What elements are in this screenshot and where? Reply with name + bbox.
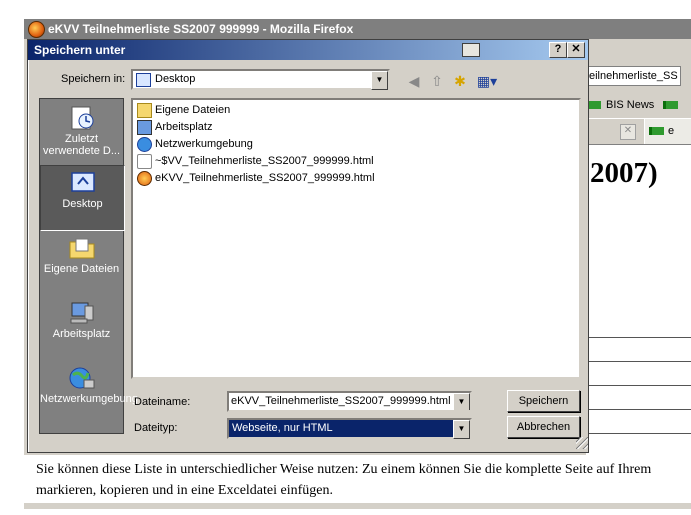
- place-desktop[interactable]: Desktop: [40, 165, 125, 231]
- folder-icon: [137, 102, 152, 118]
- firefox-icon: [28, 21, 45, 38]
- places-bar: Zuletzt verwendete D... Desktop Eigene D…: [39, 98, 138, 434]
- up-folder-icon[interactable]: ⇧: [428, 72, 446, 90]
- paragraph-line: markieren, kopieren und in eine Exceldat…: [36, 483, 333, 498]
- firefox-window-title: eKVV Teilnehmerliste SS2007 999999 - Moz…: [48, 22, 354, 36]
- close-tab-icon[interactable]: ✕: [620, 124, 636, 140]
- file-name: Netzwerkumgebung: [155, 138, 253, 150]
- place-label: Netzwerkumgebung: [40, 393, 138, 405]
- browser-tab-label: e: [668, 125, 675, 137]
- url-bar[interactable]: eilnehmerliste_SS: [586, 66, 681, 86]
- save-button[interactable]: Speichern: [507, 390, 580, 412]
- page-bottom-paragraph: Sie können diese Liste in unterschiedlic…: [24, 455, 691, 503]
- recent-documents-icon: [71, 106, 93, 130]
- file-name: eKVV_Teilnehmerliste_SS2007_999999.html: [155, 172, 375, 184]
- table-line: [586, 361, 691, 362]
- save-in-value: Desktop: [155, 73, 196, 85]
- network-icon: [69, 367, 94, 389]
- browser-tab[interactable]: e: [644, 119, 691, 145]
- bookmarks-toolbar: BIS News: [586, 95, 691, 115]
- filetype-value: Webseite, nur HTML: [232, 422, 333, 434]
- page-content: 2007): [586, 144, 691, 455]
- help-button[interactable]: ?: [549, 42, 567, 58]
- dialog-title: Speichern unter: [34, 43, 126, 57]
- desktop-icon: [136, 73, 151, 87]
- save-in-dropdown[interactable]: Desktop ▼: [131, 69, 390, 90]
- list-item[interactable]: Netzwerkumgebung: [137, 136, 253, 152]
- file-list[interactable]: Eigene Dateien Arbeitsplatz Netzwerkumge…: [131, 98, 581, 379]
- bookmark-icon: [663, 101, 679, 110]
- place-recent[interactable]: Zuletzt verwendete D...: [40, 101, 123, 165]
- tab-favicon-icon: [649, 127, 664, 136]
- place-my-documents[interactable]: Eigene Dateien: [40, 231, 123, 295]
- view-menu-icon[interactable]: ▦▾: [475, 72, 499, 90]
- desktop-icon: [70, 172, 95, 192]
- close-button[interactable]: ✕: [567, 42, 585, 58]
- html-file-icon: [137, 153, 152, 169]
- chevron-down-icon[interactable]: ▼: [453, 420, 470, 439]
- place-label: Arbeitsplatz: [52, 328, 111, 340]
- place-label: Eigene Dateien: [43, 263, 120, 275]
- filename-value: eKVV_Teilnehmerliste_SS2007_999999.html: [231, 395, 451, 407]
- paragraph-line: Sie können diese Liste in unterschiedlic…: [36, 462, 652, 477]
- bookmark-bis-news[interactable]: BIS News: [606, 99, 654, 111]
- chevron-down-icon[interactable]: ▼: [453, 393, 470, 410]
- list-item[interactable]: ~$VV_Teilnehmerliste_SS2007_999999.html: [137, 153, 374, 169]
- firefox-titlebar: eKVV Teilnehmerliste SS2007 999999 - Moz…: [24, 19, 691, 39]
- page-heading: 2007): [590, 157, 658, 189]
- list-item[interactable]: eKVV_Teilnehmerliste_SS2007_999999.html: [137, 170, 375, 186]
- list-item[interactable]: Arbeitsplatz: [137, 119, 212, 135]
- network-icon: [137, 136, 152, 152]
- file-name: Eigene Dateien: [155, 104, 231, 116]
- table-line: [586, 337, 691, 338]
- place-label: Zuletzt verwendete D...: [42, 133, 121, 157]
- place-label: Desktop: [62, 198, 103, 210]
- computer-icon: [70, 302, 93, 324]
- table-line: [586, 433, 691, 434]
- resize-grip-icon[interactable]: [576, 437, 588, 449]
- computer-icon: [137, 119, 152, 135]
- folder-icon: [69, 238, 94, 259]
- html-file-icon: [137, 170, 152, 186]
- file-name: ~$VV_Teilnehmerliste_SS2007_999999.html: [155, 155, 374, 167]
- table-line: [586, 409, 691, 410]
- filename-input[interactable]: eKVV_Teilnehmerliste_SS2007_999999.html …: [227, 391, 472, 412]
- dialog-titlebar: Speichern unter ? ✕: [28, 40, 588, 60]
- cancel-button[interactable]: Abbrechen: [507, 416, 580, 438]
- list-item[interactable]: Eigene Dateien: [137, 102, 230, 118]
- file-name: Arbeitsplatz: [155, 121, 213, 133]
- filetype-label: Dateityp:: [134, 422, 178, 434]
- place-my-computer[interactable]: Arbeitsplatz: [40, 296, 123, 360]
- back-icon[interactable]: ◀: [405, 72, 423, 90]
- table-line: [586, 385, 691, 386]
- place-network[interactable]: Netzwerkumgebung: [40, 361, 138, 433]
- tab-bar: ✕ e: [586, 118, 691, 145]
- chevron-down-icon[interactable]: ▼: [371, 71, 388, 90]
- filetype-select[interactable]: Webseite, nur HTML ▼: [227, 418, 472, 439]
- titlebar-printer-icon[interactable]: [462, 43, 480, 57]
- save-in-label: Speichern in:: [61, 73, 126, 85]
- new-folder-icon[interactable]: ✱: [451, 72, 469, 90]
- filename-label: Dateiname:: [134, 396, 191, 408]
